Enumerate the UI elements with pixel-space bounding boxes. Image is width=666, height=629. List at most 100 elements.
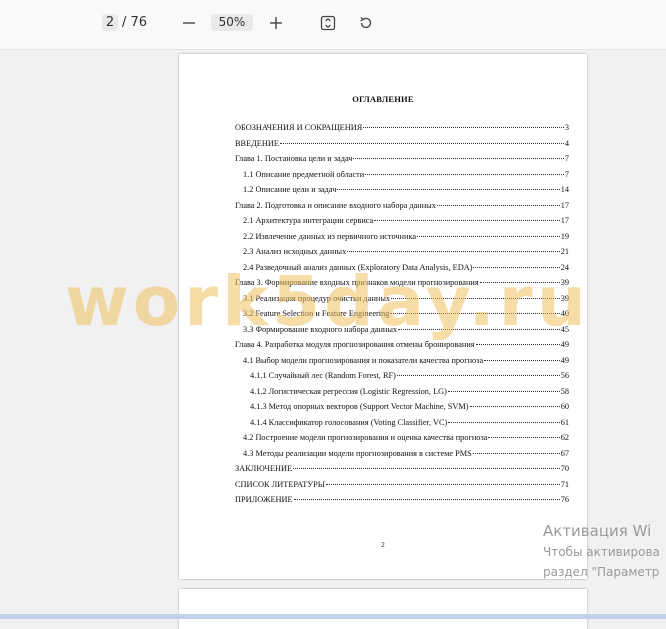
toc-entry-page: 17 xyxy=(560,200,569,210)
viewer-toolbar: 2 / 76 50% xyxy=(0,0,666,50)
toc-entry-text: 3.2 Feature Selection и Feature Engineer… xyxy=(243,309,390,318)
toc-entry[interactable]: 4.1 Выбор модели прогнозирования и показ… xyxy=(235,356,569,372)
next-document-page xyxy=(179,589,587,629)
toc-entry[interactable]: 4.1.2 Логистическая регрессия (Logistic … xyxy=(235,387,569,403)
activation-title: Активация Wi xyxy=(543,522,652,540)
toc-entry[interactable]: 4.1.3 Метод опорных векторов (Support Ve… xyxy=(235,402,569,418)
page-total-label: / 76 xyxy=(122,15,148,30)
toc-entry-text: 2.1 Архитектура интеграции сервиса xyxy=(243,216,374,225)
rotate-button[interactable] xyxy=(355,12,377,34)
toc-entry[interactable]: Глава 3. Формирование входных признаков … xyxy=(235,278,569,294)
toc-entry[interactable]: Глава 2. Подготовка и описание входного … xyxy=(235,201,569,217)
toc-leader-dots xyxy=(479,282,560,283)
plus-icon xyxy=(270,17,282,29)
toc-entry-page: 21 xyxy=(560,247,569,256)
toc-entry[interactable]: 4.3 Методы реализации модели прогнозиров… xyxy=(235,449,569,465)
toc-entry-text: 3.1 Реализация процедур очистки данных xyxy=(243,293,391,303)
toc-entry-text: ОБОЗНАЧЕНИЯ И СОКРАЩЕНИЯ xyxy=(235,123,363,132)
toc-entry-page: 14 xyxy=(560,185,569,194)
zoom-out-button[interactable] xyxy=(178,12,200,34)
toc-leader-dots xyxy=(390,313,560,314)
toc-entry-page: 67 xyxy=(560,448,569,458)
fit-page-button[interactable] xyxy=(317,12,339,34)
toc-entry[interactable]: 2.1 Архитектура интеграции сервиса 17 xyxy=(235,216,569,232)
toc-entry-page: 39 xyxy=(560,293,569,303)
toc-entry-text: 3.3 Формирование входного набора данных xyxy=(243,324,398,334)
zoom-level-display[interactable]: 50% xyxy=(211,14,253,31)
taskbar-edge xyxy=(0,614,666,619)
toc-entry-text: Глава 4. Разработка модуля прогнозирован… xyxy=(235,340,475,349)
rotate-icon xyxy=(360,16,372,29)
toc-entry-text: ЗАКЛЮЧЕНИЕ xyxy=(235,464,293,473)
table-of-contents: ОБОЗНАЧЕНИЯ И СОКРАЩЕНИЯ 3 ВВЕДЕНИЕ 4 Глава … xyxy=(235,123,569,511)
toc-leader-dots xyxy=(279,142,564,144)
toc-entry[interactable]: 4.2 Построение модели прогнозирования и … xyxy=(235,433,569,449)
toc-entry-page: 49 xyxy=(560,340,569,349)
toc-entry-text: 4.3 Методы реализации модели прогнозиров… xyxy=(243,448,472,458)
toc-entry[interactable]: 1.2 Описание цели и задач 14 xyxy=(235,185,569,201)
toc-entry[interactable]: 2.3 Анализ исходных данных 21 xyxy=(235,247,569,263)
toc-leader-dots xyxy=(374,220,560,221)
toc-entry-page: 24 xyxy=(560,262,569,272)
toc-entry-page: 19 xyxy=(560,231,569,241)
toc-entry[interactable]: ВВЕДЕНИЕ 4 xyxy=(235,139,569,155)
toc-leader-dots xyxy=(488,437,560,438)
toc-leader-dots xyxy=(417,235,560,237)
toc-entry[interactable]: ЗАКЛЮЧЕНИЕ 70 xyxy=(235,464,569,480)
toc-leader-dots xyxy=(293,499,560,500)
toc-leader-dots xyxy=(436,204,560,206)
toc-entry[interactable]: Глава 4. Разработка модуля прогнозирован… xyxy=(235,340,569,356)
toc-entry[interactable]: 4.1.4 Классификатор голосования (Voting … xyxy=(235,418,569,434)
toc-entry-text: 4.1.3 Метод опорных векторов (Support Ve… xyxy=(250,402,469,411)
toc-entry-page: 62 xyxy=(560,433,569,442)
toc-leader-dots xyxy=(337,189,560,190)
toc-entry-text: 4.1 Выбор модели прогнозирования и показ… xyxy=(243,355,484,365)
toc-entry-page: 58 xyxy=(560,386,569,396)
toc-leader-dots xyxy=(448,421,560,423)
toc-entry[interactable]: 3.1 Реализация процедур очистки данных 39 xyxy=(235,294,569,310)
toc-entry[interactable]: 3.2 Feature Selection и Feature Engineer… xyxy=(235,309,569,325)
toc-leader-dots xyxy=(365,173,564,175)
toc-leader-dots xyxy=(473,266,560,268)
toc-entry-page: 17 xyxy=(560,216,569,225)
toc-leader-dots xyxy=(293,468,560,469)
toc-entry[interactable]: 2.4 Разведочный анализ данных (Explorato… xyxy=(235,263,569,279)
toc-entry[interactable]: 2.2 Извлечение данных из первичного исто… xyxy=(235,232,569,248)
minus-icon xyxy=(183,22,195,24)
toc-entry[interactable]: 4.1.1 Случайный лес (Random Forest, RF) 5… xyxy=(235,371,569,387)
activation-line: раздел "Параметр xyxy=(543,565,660,579)
page-number-input[interactable]: 2 xyxy=(102,14,118,31)
toc-entry[interactable]: СПИСОК ЛИТЕРАТУРЫ 71 xyxy=(235,480,569,496)
toc-leader-dots xyxy=(391,297,560,299)
toc-leader-dots xyxy=(396,375,560,376)
toc-entry-page: 56 xyxy=(560,371,569,380)
toc-leader-dots xyxy=(472,452,560,454)
toc-leader-dots xyxy=(363,127,564,128)
toc-entry[interactable]: ПРИЛОЖЕНИЕ 76 xyxy=(235,495,569,511)
toc-leader-dots xyxy=(326,483,560,485)
toc-entry-page: 71 xyxy=(560,479,569,489)
toc-entry-page: 40 xyxy=(560,309,569,318)
toc-entry-text: Глава 3. Формирование входных признаков … xyxy=(235,278,479,287)
toc-entry-page: 70 xyxy=(560,464,569,473)
activation-line: Чтобы активирова xyxy=(543,545,660,559)
toc-entry-page: 60 xyxy=(560,402,569,411)
toc-entry[interactable]: 3.3 Формирование входного набора данных 4… xyxy=(235,325,569,341)
toc-entry-text: 4.1.2 Логистическая регрессия (Logistic … xyxy=(250,386,447,396)
fit-page-icon xyxy=(320,15,336,31)
toc-entry-text: 4.1.1 Случайный лес (Random Forest, RF) xyxy=(250,371,396,380)
toc-entry-text: 1.2 Описание цели и задач xyxy=(243,185,337,194)
toc-entry[interactable]: 1.1 Описание предметной области 7 xyxy=(235,170,569,186)
document-page: ОГЛАВЛЕНИЕ ОБОЗНАЧЕНИЯ И СОКРАЩЕНИЯ 3 ВВЕД… xyxy=(179,54,587,579)
toc-entry-page: 61 xyxy=(560,417,569,427)
toc-entry-page: 76 xyxy=(560,495,569,504)
toc-entry[interactable]: Глава 1. Постановка цели и задач 7 xyxy=(235,154,569,170)
toc-leader-dots xyxy=(347,251,560,252)
toc-leader-dots xyxy=(469,406,560,407)
toc-entry-page: 49 xyxy=(560,355,569,365)
toc-entry-page: 39 xyxy=(560,278,569,287)
toc-leader-dots xyxy=(475,344,560,345)
zoom-in-button[interactable] xyxy=(265,12,287,34)
toc-leader-dots xyxy=(447,390,560,392)
toc-entry[interactable]: ОБОЗНАЧЕНИЯ И СОКРАЩЕНИЯ 3 xyxy=(235,123,569,139)
